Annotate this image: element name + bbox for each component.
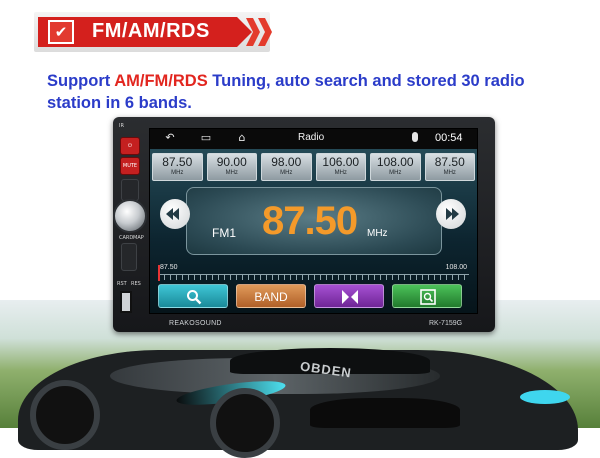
status-bar: ↶ ▭ ⌂ Radio 00:54 <box>150 129 477 149</box>
description-text: Support <box>47 72 115 90</box>
band-indicator: FM1 <box>212 226 236 240</box>
rewind-icon <box>172 208 179 220</box>
frequency-scale[interactable]: 87.50 108.00 <box>158 264 469 281</box>
power-icon: ⏻ <box>128 143 132 149</box>
clock: 00:54 <box>435 132 463 144</box>
map-label: MAP <box>133 235 144 241</box>
band-button-label: BAND <box>254 290 288 304</box>
preset-button[interactable]: 90.00 MHz <box>206 153 257 181</box>
recent-apps-icon[interactable]: ▭ <box>198 132 214 144</box>
band-button[interactable]: BAND <box>236 284 306 308</box>
car-headlight <box>520 390 570 404</box>
frequency-unit: MHz <box>367 228 388 239</box>
preset-unit: MHz <box>225 170 238 176</box>
preset-frequency: 87.50 <box>162 155 193 169</box>
function-buttons: BAND <box>158 284 469 310</box>
check-icon: ✔ <box>48 20 74 44</box>
fast-forward-icon <box>452 208 459 220</box>
microphone-icon[interactable] <box>412 132 418 142</box>
preset-unit: MHz <box>389 170 402 176</box>
preset-row: 87.50 MHz 90.00 MHz 98.00 MHz 106.00 MHz 108… <box>152 153 475 181</box>
car-grille <box>310 398 460 428</box>
preset-button[interactable]: 87.50 MHz <box>152 153 203 181</box>
screen-title: Radio <box>298 132 325 143</box>
list-button[interactable] <box>392 284 462 308</box>
banner-title: FM/AM/RDS <box>92 20 210 42</box>
usb-port[interactable] <box>120 291 132 313</box>
seek-forward-button[interactable] <box>436 199 466 229</box>
radio-screen: ↶ ▭ ⌂ Radio 00:54 87.50 MHz 90.00 MHz 98.0… <box>149 128 478 314</box>
feature-banner: ✔ FM/AM/RDS <box>34 12 274 52</box>
rst-label: RST <box>117 281 127 287</box>
current-frequency: 87.50 <box>262 199 358 243</box>
preset-button[interactable]: 108.00 MHz <box>370 153 421 181</box>
ir-label: IR <box>119 123 124 129</box>
preset-frequency: 90.00 <box>216 155 247 169</box>
mute-label: MUTE <box>122 163 138 169</box>
search-icon <box>187 290 202 305</box>
scale-min-label: 87.50 <box>160 264 178 271</box>
preset-button[interactable]: 98.00 MHz <box>261 153 312 181</box>
preset-frequency: 87.50 <box>434 155 465 169</box>
car-wheel <box>210 388 280 458</box>
car-wheel <box>30 380 100 450</box>
seek-back-button[interactable] <box>160 199 190 229</box>
preset-unit: MHz <box>280 170 293 176</box>
search-button[interactable] <box>158 284 228 308</box>
mute-button[interactable]: MUTE <box>120 157 140 175</box>
power-button[interactable]: ⏻ <box>120 137 140 155</box>
sd-card-slot[interactable] <box>121 243 137 271</box>
volume-knob[interactable] <box>113 199 147 233</box>
preset-unit: MHz <box>171 170 184 176</box>
description-highlight: AM/FM/RDS <box>114 72 208 90</box>
preset-unit: MHz <box>443 170 456 176</box>
res-label: RES <box>131 281 141 287</box>
bowtie-icon <box>342 290 358 304</box>
preset-button[interactable]: 87.50 MHz <box>424 153 475 181</box>
home-icon[interactable]: ⌂ <box>234 132 250 144</box>
mode-button[interactable] <box>121 179 139 201</box>
preset-unit: MHz <box>334 170 347 176</box>
brand-label: REAKOSOUND <box>169 320 222 327</box>
list-search-icon <box>420 289 436 305</box>
preset-frequency: 98.00 <box>271 155 302 169</box>
preset-frequency: 108.00 <box>376 155 414 169</box>
scale-ticks <box>158 275 469 280</box>
stereo-button[interactable] <box>314 284 384 308</box>
card-label: CARD <box>119 235 134 241</box>
scale-max-label: 108.00 <box>445 264 467 271</box>
back-icon[interactable]: ↶ <box>162 132 178 144</box>
preset-button[interactable]: 106.00 MHz <box>315 153 366 181</box>
model-label: RK-7159G <box>429 320 463 327</box>
preset-frequency: 106.00 <box>322 155 360 169</box>
feature-description: Support AM/FM/RDS Tuning, auto search an… <box>47 70 577 114</box>
